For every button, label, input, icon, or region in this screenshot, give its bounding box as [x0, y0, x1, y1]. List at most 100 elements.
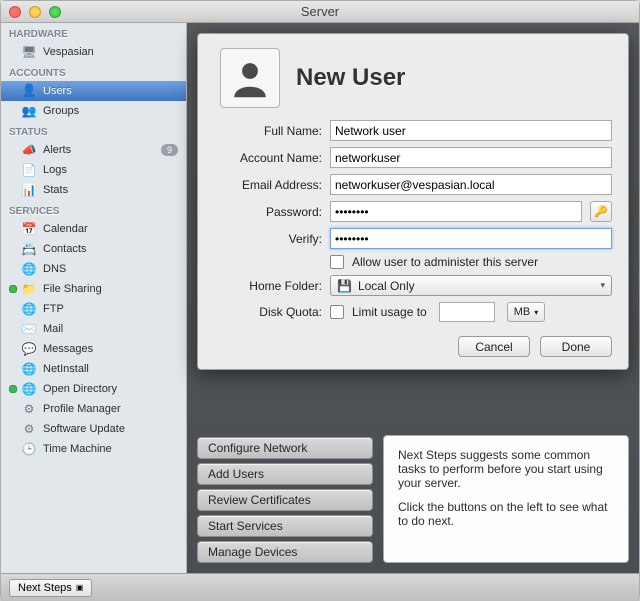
next-steps-actions: Configure Network Add Users Review Certi… — [197, 437, 373, 563]
quota-unit-select[interactable]: MB▾ — [507, 302, 546, 322]
sidebar-header-accounts: ACCOUNTS — [1, 62, 186, 81]
sidebar-item-label: Alerts — [43, 144, 71, 156]
mail-icon: ✉️ — [21, 321, 37, 337]
sidebar-item-label: Messages — [43, 343, 93, 355]
sidebar-item-contacts[interactable]: 📇 Contacts — [1, 239, 186, 259]
contacts-icon: 📇 — [21, 241, 37, 257]
add-users-button[interactable]: Add Users — [197, 463, 373, 485]
quota-field[interactable] — [439, 302, 495, 322]
dns-icon: 🌐 — [21, 261, 37, 277]
sidebar-item-label: Mail — [43, 323, 63, 335]
drive-icon: 💾 — [337, 279, 352, 293]
sidebar-item-alerts[interactable]: 📣 Alerts 9 — [1, 140, 186, 160]
email-label: Email Address: — [214, 178, 322, 192]
person-icon — [229, 57, 271, 99]
sidebar-item-groups[interactable]: 👥 Groups — [1, 101, 186, 121]
cancel-button[interactable]: Cancel — [458, 336, 530, 357]
sidebar-item-dns[interactable]: 🌐DNS — [1, 259, 186, 279]
display-icon: 🖥 — [21, 44, 37, 60]
profilemanager-icon: ⚙ — [21, 401, 37, 417]
manage-devices-button[interactable]: Manage Devices — [197, 541, 373, 563]
sidebar-item-calendar[interactable]: 📅 Calendar — [1, 219, 186, 239]
sidebar-item-label: Users — [43, 85, 72, 97]
titlebar: Server — [1, 1, 639, 23]
done-button[interactable]: Done — [540, 336, 612, 357]
softwareupdate-icon: ⚙ — [21, 421, 37, 437]
password-assistant-button[interactable]: 🔑 — [590, 201, 612, 222]
netinstall-icon: 🌐 — [21, 361, 37, 377]
password-field[interactable] — [330, 201, 582, 222]
admin-checkbox-label: Allow user to administer this server — [352, 255, 538, 269]
opendirectory-icon: 🌐 — [21, 381, 37, 397]
sidebar-item-label: Time Machine — [43, 443, 112, 455]
stats-icon: 📊 — [21, 182, 37, 198]
sidebar-header-services: SERVICES — [1, 200, 186, 219]
tips-line: Click the buttons on the left to see wha… — [398, 500, 614, 528]
tips-line: Next Steps suggests some common tasks to… — [398, 448, 614, 490]
avatar[interactable] — [220, 48, 280, 108]
home-folder-select[interactable]: 💾 Local Only — [330, 275, 612, 296]
sidebar: HARDWARE 🖥 Vespasian ACCOUNTS 👤 Users 👥 … — [1, 23, 187, 573]
sidebar-item-logs[interactable]: 📄 Logs — [1, 160, 186, 180]
user-icon: 👤 — [21, 83, 37, 99]
email-field[interactable] — [330, 174, 612, 195]
filesharing-icon: 📁 — [21, 281, 37, 297]
calendar-icon: 📅 — [21, 221, 37, 237]
start-services-button[interactable]: Start Services — [197, 515, 373, 537]
review-certificates-button[interactable]: Review Certificates — [197, 489, 373, 511]
sidebar-item-label: Groups — [43, 105, 79, 117]
sidebar-item-open-directory[interactable]: 🌐 Open Directory — [1, 379, 186, 399]
alerts-badge: 9 — [161, 144, 178, 156]
sidebar-item-file-sharing[interactable]: 📁File Sharing — [1, 279, 186, 299]
ftp-icon: 🌐 — [21, 301, 37, 317]
sidebar-item-messages[interactable]: 💬 Messages — [1, 339, 186, 359]
sidebar-item-netinstall[interactable]: 🌐 NetInstall — [1, 359, 186, 379]
configure-network-button[interactable]: Configure Network — [197, 437, 373, 459]
sidebar-item-label: Open Directory — [43, 383, 117, 395]
sidebar-item-profile-manager[interactable]: ⚙ Profile Manager — [1, 399, 186, 419]
sidebar-item-label: Logs — [43, 164, 67, 176]
verify-field[interactable] — [330, 228, 612, 249]
disk-quota-label: Disk Quota: — [214, 305, 322, 319]
sidebar-item-stats[interactable]: 📊 Stats — [1, 180, 186, 200]
bottom-bar: Next Steps ▣ — [1, 573, 639, 601]
full-name-field[interactable] — [330, 120, 612, 141]
sidebar-item-software-update[interactable]: ⚙Software Update — [1, 419, 186, 439]
sidebar-item-label: Contacts — [43, 243, 86, 255]
sidebar-header-status: STATUS — [1, 121, 186, 140]
timemachine-icon: 🕒 — [21, 441, 37, 457]
account-name-field[interactable] — [330, 147, 612, 168]
alert-icon: 📣 — [21, 142, 37, 158]
verify-label: Verify: — [214, 232, 322, 246]
logs-icon: 📄 — [21, 162, 37, 178]
messages-icon: 💬 — [21, 341, 37, 357]
sidebar-item-ftp[interactable]: 🌐 FTP — [1, 299, 186, 319]
server-window: Server HARDWARE 🖥 Vespasian ACCOUNTS 👤 U… — [0, 0, 640, 600]
chevron-down-icon: ▣ — [76, 583, 84, 592]
sidebar-item-label: Stats — [43, 184, 68, 196]
sidebar-item-users[interactable]: 👤 Users — [1, 81, 186, 101]
password-label: Password: — [214, 205, 322, 219]
sidebar-item-label: Calendar — [43, 223, 88, 235]
window-title: Server — [1, 4, 639, 19]
account-name-label: Account Name: — [214, 151, 322, 165]
sidebar-item-label: NetInstall — [43, 363, 89, 375]
limit-checkbox[interactable] — [330, 305, 344, 319]
sidebar-item-label: FTP — [43, 303, 64, 315]
sidebar-item-mail[interactable]: ✉️ Mail — [1, 319, 186, 339]
sidebar-item-label: Profile Manager — [43, 403, 121, 415]
sidebar-header-hardware: HARDWARE — [1, 23, 186, 42]
sidebar-item-hardware[interactable]: 🖥 Vespasian — [1, 42, 186, 62]
home-folder-label: Home Folder: — [214, 279, 322, 293]
admin-checkbox[interactable] — [330, 255, 344, 269]
sidebar-item-time-machine[interactable]: 🕒 Time Machine — [1, 439, 186, 459]
home-folder-value: Local Only — [358, 279, 415, 293]
sheet-title: New User — [296, 64, 405, 92]
next-steps-toggle[interactable]: Next Steps ▣ — [9, 579, 92, 597]
chevron-updown-icon: ▾ — [534, 308, 538, 317]
group-icon: 👥 — [21, 103, 37, 119]
next-steps-pane: Next Steps suggests some common tasks to… — [383, 435, 629, 563]
limit-label: Limit usage to — [352, 305, 427, 319]
new-user-sheet: New User Full Name: Account Name: Email … — [197, 33, 629, 370]
main-pane: New User Full Name: Account Name: Email … — [187, 23, 639, 573]
